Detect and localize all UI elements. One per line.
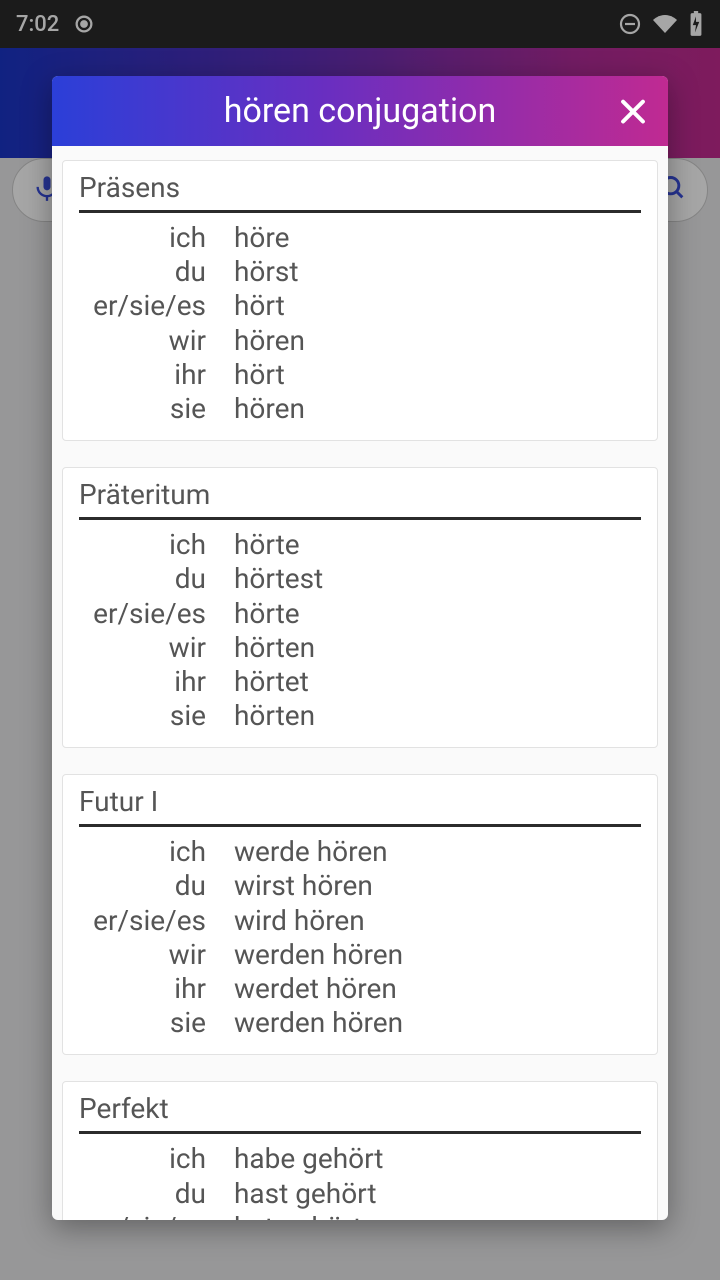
conjugation-row: siehören	[79, 392, 641, 426]
pronoun: wir	[79, 632, 234, 664]
tense-title: Perfekt	[79, 1092, 641, 1131]
verb-form: habe gehört	[234, 1143, 641, 1175]
conjugation-row: wirwerden hören	[79, 938, 641, 972]
tense-title: Futur I	[79, 785, 641, 824]
verb-form: hörte	[234, 529, 641, 561]
tense-card: Präsensichhöreduhörster/sie/eshörtwirhör…	[62, 160, 658, 441]
verb-form: hörten	[234, 632, 641, 664]
pronoun: ihr	[79, 973, 234, 1005]
conjugation-row: duhast gehört	[79, 1177, 641, 1211]
pronoun: sie	[79, 1007, 234, 1039]
conjugation-row: ichhöre	[79, 221, 641, 255]
pronoun: sie	[79, 393, 234, 425]
conjugation-dialog: hören conjugation Präsensichhöreduhörste…	[52, 76, 668, 1220]
conjugation-row: wirhörten	[79, 631, 641, 665]
conjugation-row: ihrhörtet	[79, 665, 641, 699]
pronoun: ihr	[79, 666, 234, 698]
pronoun: ihr	[79, 359, 234, 391]
divider	[79, 210, 641, 213]
verb-form: hat gehört	[234, 1212, 641, 1220]
divider	[79, 517, 641, 520]
pronoun: du	[79, 870, 234, 902]
close-button[interactable]	[616, 95, 650, 136]
tense-card: Perfekt ichhabe gehörtduhast gehörter/sie…	[62, 1081, 658, 1220]
pronoun: er/sie/es	[79, 290, 234, 322]
conjugation-row: er/sie/eshörte	[79, 597, 641, 631]
conjugation-row: duhörtest	[79, 562, 641, 596]
conjugation-row: duhörst	[79, 255, 641, 289]
conjugation-row: er/sie/eswird hören	[79, 904, 641, 938]
dialog-header: hören conjugation	[52, 76, 668, 146]
tense-title: Präsens	[79, 171, 641, 210]
verb-form: hört	[234, 359, 641, 391]
verb-form: hörtet	[234, 666, 641, 698]
pronoun: ich	[79, 529, 234, 561]
pronoun: er/sie/es	[79, 598, 234, 630]
conjugation-row: siewerden hören	[79, 1006, 641, 1040]
pronoun: du	[79, 1178, 234, 1210]
verb-form: hast gehört	[234, 1178, 641, 1210]
verb-form: werde hören	[234, 836, 641, 868]
conjugation-row: ichwerde hören	[79, 835, 641, 869]
verb-form: werden hören	[234, 1007, 641, 1039]
tense-title: Präteritum	[79, 478, 641, 517]
tense-card: Präteritumichhörteduhörtester/sie/eshört…	[62, 467, 658, 748]
verb-form: hört	[234, 290, 641, 322]
conjugation-row: wirhören	[79, 324, 641, 358]
divider	[79, 824, 641, 827]
conjugation-row: ichhörte	[79, 528, 641, 562]
verb-form: höre	[234, 222, 641, 254]
conjugation-row: er/sie/eshat gehört	[79, 1211, 641, 1220]
verb-form: hören	[234, 325, 641, 357]
verb-form: wird hören	[234, 905, 641, 937]
conjugation-row: ihrhört	[79, 358, 641, 392]
conjugation-row: er/sie/eshört	[79, 289, 641, 323]
pronoun: ich	[79, 836, 234, 868]
verb-form: hörtest	[234, 563, 641, 595]
verb-form: werdet hören	[234, 973, 641, 1005]
verb-form: hörst	[234, 256, 641, 288]
pronoun: ich	[79, 222, 234, 254]
verb-form: wirst hören	[234, 870, 641, 902]
pronoun: sie	[79, 700, 234, 732]
pronoun: wir	[79, 939, 234, 971]
pronoun: ich	[79, 1143, 234, 1175]
verb-form: hören	[234, 393, 641, 425]
verb-form: werden hören	[234, 939, 641, 971]
dialog-body[interactable]: Präsensichhöreduhörster/sie/eshörtwirhör…	[52, 146, 668, 1220]
conjugation-row: duwirst hören	[79, 869, 641, 903]
verb-form: hörte	[234, 598, 641, 630]
divider	[79, 1131, 641, 1134]
dialog-title: hören conjugation	[224, 91, 497, 131]
conjugation-row: ichhabe gehört	[79, 1142, 641, 1176]
pronoun: er/sie/es	[79, 1212, 234, 1220]
conjugation-row: siehörten	[79, 699, 641, 733]
pronoun: du	[79, 563, 234, 595]
verb-form: hörten	[234, 700, 641, 732]
pronoun: du	[79, 256, 234, 288]
tense-card: Futur I ichwerde hörenduwirst hörener/sie…	[62, 774, 658, 1055]
pronoun: er/sie/es	[79, 905, 234, 937]
conjugation-row: ihrwerdet hören	[79, 972, 641, 1006]
pronoun: wir	[79, 325, 234, 357]
